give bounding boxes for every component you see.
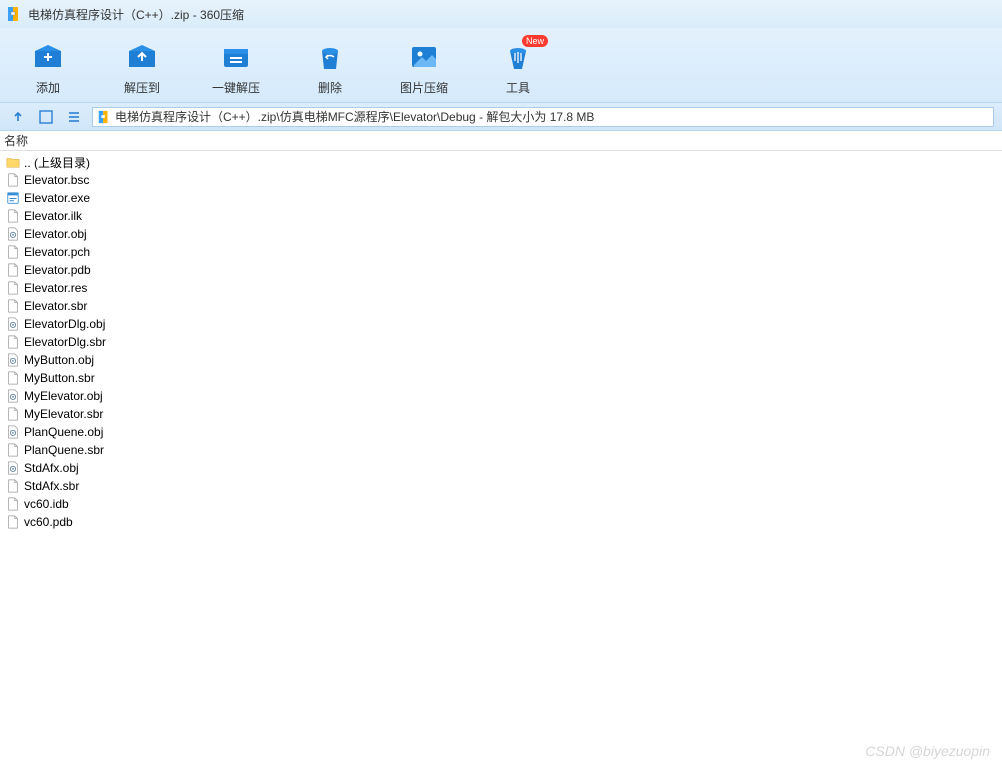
- file-name: Elevator.exe: [24, 191, 90, 205]
- list-item[interactable]: Elevator.sbr: [4, 297, 998, 315]
- list-item[interactable]: StdAfx.obj: [4, 459, 998, 477]
- path-input[interactable]: 电梯仿真程序设计（C++）.zip\仿真电梯MFC源程序\Elevator\De…: [92, 107, 994, 127]
- list-item[interactable]: Elevator.pch: [4, 243, 998, 261]
- path-bar: 电梯仿真程序设计（C++）.zip\仿真电梯MFC源程序\Elevator\De…: [0, 103, 1002, 131]
- obj-icon: [6, 461, 20, 475]
- image-compress-icon: [408, 41, 440, 73]
- obj-icon: [6, 389, 20, 403]
- delete-label: 删除: [318, 79, 342, 96]
- file-name: MyElevator.sbr: [24, 407, 103, 421]
- obj-icon: [6, 425, 20, 439]
- file-icon: [6, 443, 20, 457]
- file-icon: [6, 515, 20, 529]
- file-name: Elevator.ilk: [24, 209, 82, 223]
- list-item[interactable]: ElevatorDlg.sbr: [4, 333, 998, 351]
- file-name: vc60.pdb: [24, 515, 73, 529]
- obj-icon: [6, 353, 20, 367]
- file-name: Elevator.sbr: [24, 299, 87, 313]
- file-icon: [6, 497, 20, 511]
- obj-icon: [6, 227, 20, 241]
- file-icon: [6, 371, 20, 385]
- archive-icon: [97, 110, 111, 124]
- file-name: Elevator.res: [24, 281, 87, 295]
- file-name: StdAfx.sbr: [24, 479, 79, 493]
- list-item[interactable]: vc60.pdb: [4, 513, 998, 531]
- list-item[interactable]: Elevator.pdb: [4, 261, 998, 279]
- oneclick-icon: [220, 41, 252, 73]
- path-text: 电梯仿真程序设计（C++）.zip\仿真电梯MFC源程序\Elevator\De…: [115, 108, 594, 125]
- folder-up-icon: [6, 155, 20, 169]
- file-name: .. (上级目录): [24, 154, 90, 171]
- file-name: MyElevator.obj: [24, 389, 103, 403]
- file-name: Elevator.pdb: [24, 263, 91, 277]
- list-item[interactable]: ElevatorDlg.obj: [4, 315, 998, 333]
- list-item[interactable]: .. (上级目录): [4, 153, 998, 171]
- file-name: Elevator.obj: [24, 227, 87, 241]
- image-compress-button[interactable]: 图片压缩: [396, 41, 452, 96]
- oneclick-extract-button[interactable]: 一键解压: [208, 41, 264, 96]
- view-list-button[interactable]: [64, 107, 84, 127]
- window-title: 电梯仿真程序设计（C++）.zip - 360压缩: [28, 6, 244, 23]
- tools-button[interactable]: New 工具: [490, 41, 546, 96]
- list-item[interactable]: Elevator.ilk: [4, 207, 998, 225]
- new-badge: New: [522, 35, 548, 47]
- title-bar: 电梯仿真程序设计（C++）.zip - 360压缩: [0, 0, 1002, 28]
- file-icon: [6, 245, 20, 259]
- file-name: PlanQuene.sbr: [24, 443, 104, 457]
- list-item[interactable]: StdAfx.sbr: [4, 477, 998, 495]
- delete-button[interactable]: 删除: [302, 41, 358, 96]
- exe-icon: [6, 191, 20, 205]
- obj-icon: [6, 317, 20, 331]
- toolbar: 添加 解压到 一键解压 删除 图片压缩 New 工具: [0, 28, 1002, 103]
- list-item[interactable]: vc60.idb: [4, 495, 998, 513]
- list-item[interactable]: PlanQuene.sbr: [4, 441, 998, 459]
- add-label: 添加: [36, 79, 60, 96]
- file-name: MyButton.obj: [24, 353, 94, 367]
- list-item[interactable]: MyButton.sbr: [4, 369, 998, 387]
- list-item[interactable]: Elevator.exe: [4, 189, 998, 207]
- list-item[interactable]: MyElevator.sbr: [4, 405, 998, 423]
- add-icon: [32, 41, 64, 73]
- list-item[interactable]: Elevator.bsc: [4, 171, 998, 189]
- file-icon: [6, 281, 20, 295]
- list-item[interactable]: MyElevator.obj: [4, 387, 998, 405]
- extract-to-button[interactable]: 解压到: [114, 41, 170, 96]
- file-name: PlanQuene.obj: [24, 425, 103, 439]
- view-large-icons-button[interactable]: [36, 107, 56, 127]
- oneclick-label: 一键解压: [212, 79, 260, 96]
- file-icon: [6, 479, 20, 493]
- file-icon: [6, 263, 20, 277]
- tools-label: 工具: [506, 79, 530, 96]
- file-name: StdAfx.obj: [24, 461, 79, 475]
- file-name: Elevator.bsc: [24, 173, 89, 187]
- delete-icon: [314, 41, 346, 73]
- file-icon: [6, 209, 20, 223]
- file-name: vc60.idb: [24, 497, 69, 511]
- list-item[interactable]: Elevator.res: [4, 279, 998, 297]
- column-name: 名称: [4, 132, 28, 149]
- file-name: MyButton.sbr: [24, 371, 95, 385]
- extract-label: 解压到: [124, 79, 160, 96]
- file-name: ElevatorDlg.obj: [24, 317, 105, 331]
- list-item[interactable]: PlanQuene.obj: [4, 423, 998, 441]
- up-button[interactable]: [8, 107, 28, 127]
- file-icon: [6, 173, 20, 187]
- archive-icon: [6, 6, 22, 22]
- file-icon: [6, 335, 20, 349]
- file-name: ElevatorDlg.sbr: [24, 335, 106, 349]
- image-compress-label: 图片压缩: [400, 79, 448, 96]
- file-icon: [6, 299, 20, 313]
- file-name: Elevator.pch: [24, 245, 90, 259]
- file-list: .. (上级目录) Elevator.bsc Elevator.exe Elevato…: [0, 151, 1002, 533]
- list-item[interactable]: MyButton.obj: [4, 351, 998, 369]
- list-item[interactable]: Elevator.obj: [4, 225, 998, 243]
- add-button[interactable]: 添加: [20, 41, 76, 96]
- extract-icon: [126, 41, 158, 73]
- column-header[interactable]: 名称: [0, 131, 1002, 151]
- watermark: CSDN @biyezuopin: [865, 743, 990, 759]
- file-icon: [6, 407, 20, 421]
